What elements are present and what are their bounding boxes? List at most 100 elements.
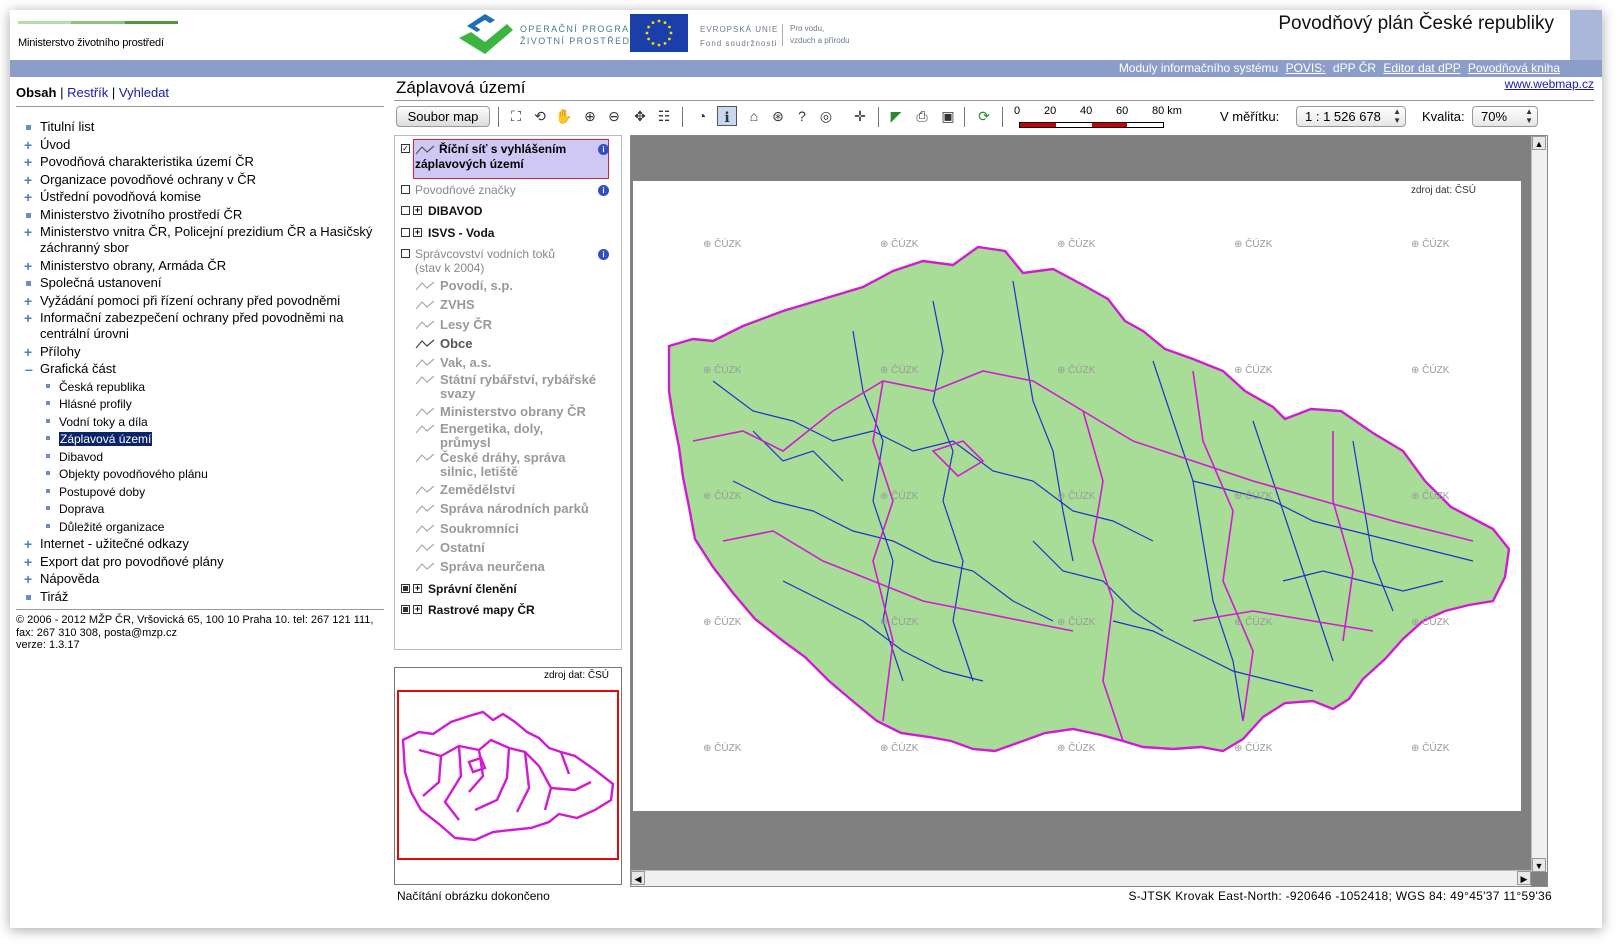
sublayer-label[interactable]: České dráhy, správa — [440, 450, 566, 465]
nav-item[interactable]: + Přílohy — [24, 344, 384, 360]
layer-info-icon[interactable]: i — [598, 185, 609, 196]
nav-item-label[interactable]: Přílohy — [40, 344, 80, 359]
expand-plus-icon[interactable]: + — [24, 189, 32, 205]
sublayer-label[interactable]: Zemědělství — [440, 482, 515, 497]
nav-item[interactable]: + Úvod — [24, 137, 384, 153]
nav-item-label[interactable]: Důležité organizace — [59, 520, 164, 534]
quality-select[interactable]: 70% ▲ ▼ — [1472, 106, 1538, 127]
nav-item-label[interactable]: Hlásné profily — [59, 397, 132, 411]
pan-hand-icon[interactable]: ✋ — [554, 106, 574, 126]
nav-item-label[interactable]: Informační zabezpečení ochrany před povo… — [40, 310, 344, 341]
expand-icon[interactable]: + — [413, 584, 422, 593]
layer-checkbox[interactable] — [401, 249, 410, 258]
tab-vyhledat[interactable]: Vyhledat — [119, 85, 169, 100]
sublayer-label[interactable]: ZVHS — [440, 297, 475, 312]
expand-icon[interactable]: + — [413, 206, 422, 215]
expand-plus-icon[interactable]: + — [24, 536, 32, 552]
sublayer-label[interactable]: Energetika, doly, — [440, 421, 543, 436]
dpp-link[interactable]: dPP ČR — [1333, 61, 1376, 75]
expand-plus-icon[interactable]: + — [24, 224, 32, 240]
map-image[interactable]: zdroj dat: ČSÚ ⊕ ČÚZK ⊕ ČÚZK ⊕ ČÚZK ⊕ ČÚ… — [633, 181, 1521, 811]
nav-item[interactable]: Dibavod — [24, 449, 384, 465]
nav-item-label[interactable]: Tiráž — [40, 589, 68, 604]
nav-item-label[interactable]: Vodní toky a díla — [59, 415, 148, 429]
move-icon[interactable]: ✥ — [630, 106, 650, 126]
nav-item-label[interactable]: Dibavod — [59, 450, 103, 464]
scale-select[interactable]: 1 : 1 526 678 ▲ ▼ — [1296, 106, 1406, 127]
layer-info-icon[interactable]: i — [598, 144, 609, 155]
binoculars-icon[interactable]: ◎ — [816, 106, 836, 126]
nav-item-label[interactable]: Ministerstvo životního prostředí ČR — [40, 207, 242, 222]
expand-icon[interactable]: + — [413, 228, 422, 237]
print-icon[interactable]: ⎙ — [912, 106, 932, 126]
nav-item-label[interactable]: Export dat pro povodňové plány — [40, 554, 224, 569]
soubor-map-button[interactable]: Soubor map — [396, 106, 490, 127]
sublayer-label[interactable]: Soukromníci — [440, 521, 519, 536]
nav-item[interactable]: Vodní toky a díla — [24, 414, 384, 430]
nav-item[interactable]: + Vyžádání pomoci při řízení ochrany před… — [24, 293, 384, 309]
expand-plus-icon[interactable]: + — [24, 137, 32, 153]
povis-link[interactable]: POVIS: — [1286, 61, 1326, 75]
nav-item[interactable]: + Organizace povodňové ochrany v ČR — [24, 172, 384, 188]
sublayer-label[interactable]: Lesy ČR — [440, 317, 492, 332]
main-map-viewport[interactable]: zdroj dat: ČSÚ ⊕ ČÚZK ⊕ ČÚZK ⊕ ČÚZK ⊕ ČÚ… — [630, 135, 1548, 887]
nav-item-label[interactable]: Záplavová území — [59, 432, 153, 446]
zoom-in-icon[interactable]: ⊕ — [580, 106, 600, 126]
info-tool-icon[interactable]: ℹ — [717, 106, 737, 126]
nav-item-label[interactable]: Titulní list — [40, 119, 94, 134]
overview-extent-frame[interactable] — [397, 690, 619, 860]
sublayer-label[interactable]: Ministerstvo obrany ČR — [440, 404, 586, 419]
nav-item[interactable]: Doprava — [24, 501, 384, 517]
collapse-minus-icon[interactable]: – — [25, 361, 33, 377]
expand-plus-icon[interactable]: + — [24, 154, 32, 170]
sublayer-label[interactable]: Vak, a.s. — [440, 355, 491, 370]
nav-item[interactable]: Ministerstvo životního prostředí ČR — [24, 207, 384, 223]
tab-obsah[interactable]: Obsah — [16, 85, 56, 100]
nav-item[interactable]: Hlásné profily — [24, 396, 384, 412]
legend-list-icon[interactable]: ☷ — [654, 106, 674, 126]
nav-item[interactable]: Záplavová území — [24, 431, 384, 447]
nav-item[interactable]: + Internet - užitečné odkazy — [24, 536, 384, 552]
nav-item-label[interactable]: Společná ustanovení — [40, 275, 161, 290]
query-icon[interactable]: ? — [792, 106, 812, 126]
center-icon[interactable]: ✛ — [850, 106, 870, 126]
nav-item[interactable]: Důležité organizace — [24, 519, 384, 535]
expand-plus-icon[interactable]: + — [24, 258, 32, 274]
sublayer-label[interactable]: Obce — [440, 336, 473, 351]
expand-plus-icon[interactable]: + — [24, 293, 32, 309]
nav-item-label[interactable]: Ministerstvo vnitra ČR, Policejní prezid… — [40, 224, 372, 255]
nav-item-label[interactable]: Grafická část — [40, 361, 116, 376]
expand-icon[interactable]: + — [413, 605, 422, 614]
layer-checkbox[interactable] — [401, 206, 410, 215]
nav-item-label[interactable]: Doprava — [59, 502, 104, 516]
nav-item[interactable]: Tiráž — [24, 589, 384, 605]
nav-item[interactable]: + Ministerstvo obrany, Armáda ČR — [24, 258, 384, 274]
flag-icon[interactable]: ◤ — [886, 106, 906, 126]
overview-map[interactable]: zdroj dat: ČSÚ — [394, 667, 622, 885]
kniha-link[interactable]: Povodňová kniha — [1468, 61, 1560, 75]
nav-item-label[interactable]: Česká republika — [59, 380, 145, 394]
layer-checkbox-partial[interactable] — [401, 584, 410, 593]
expand-plus-icon[interactable]: + — [24, 172, 32, 188]
nav-item[interactable]: + Ministerstvo vnitra ČR, Policejní prezi… — [24, 224, 384, 256]
scroll-right-icon[interactable]: ▶ — [1517, 871, 1531, 885]
map-horizontal-scrollbar[interactable]: ◀ ▶ — [631, 870, 1531, 886]
sublayer-label[interactable]: Povodí, s.p. — [440, 278, 513, 293]
nav-item[interactable]: + Ústřední povodňová komise — [24, 189, 384, 205]
layer-checkbox-partial[interactable] — [401, 605, 410, 614]
sublayer-label[interactable]: průmysl — [440, 435, 491, 450]
expand-plus-icon[interactable]: + — [24, 554, 32, 570]
globe-icon[interactable]: ⊛ — [768, 106, 788, 126]
editor-link[interactable]: Editor dat dPP — [1383, 61, 1460, 75]
measure-icon[interactable]: ◔ — [692, 106, 712, 126]
nav-item-label[interactable]: Nápověda — [40, 571, 99, 586]
scroll-down-icon[interactable]: ▼ — [1532, 858, 1546, 872]
nav-item[interactable]: Společná ustanovení — [24, 275, 384, 291]
scroll-left-icon[interactable]: ◀ — [631, 871, 645, 885]
layer-checkbox[interactable] — [401, 185, 410, 194]
nav-item[interactable]: + Povodňová charakteristika území ČR — [24, 154, 384, 170]
nav-item-label[interactable]: Úvod — [40, 137, 70, 152]
ministry-logo[interactable]: Ministerstvo životního prostředí — [18, 21, 178, 49]
nav-item-label[interactable]: Organizace povodňové ochrany v ČR — [40, 172, 256, 187]
nav-item-label[interactable]: Vyžádání pomoci při řízení ochrany před … — [40, 293, 340, 308]
